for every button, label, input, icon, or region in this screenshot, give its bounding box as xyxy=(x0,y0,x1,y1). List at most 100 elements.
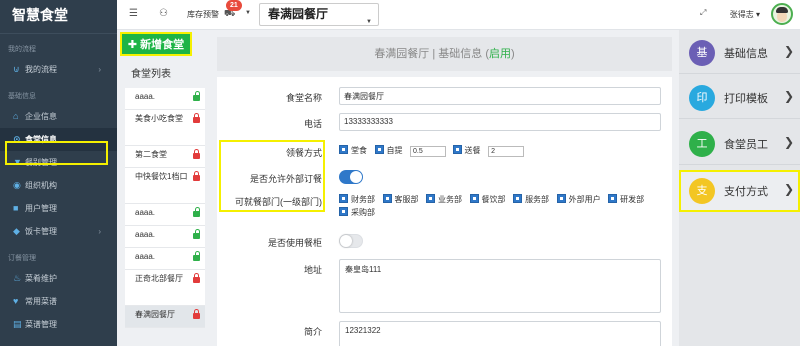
brand-title: 智慧食堂 xyxy=(0,0,117,34)
highlight-canteen-info xyxy=(5,141,108,165)
chevron-right-icon: ❯ xyxy=(783,182,794,196)
panel-header: 春满园餐厅 | 基础信息 (启用) xyxy=(217,37,672,71)
sidebar-item-dish-maintenance[interactable]: ♨ 菜肴维护 xyxy=(0,267,117,290)
top-bar: ☰ ⚇ 库存预警 ⛟ 21 ▼ 春满园餐厅 ▼ ⤢ 张得志 ▾ xyxy=(117,0,800,30)
canteen-select[interactable]: 春满园餐厅 ▼ xyxy=(259,3,379,26)
dining-departments-options: 财务部 客服部 业务部 餐饮部 服务部 外部用户 研发部 采购部 xyxy=(339,193,664,219)
intro-label: 简介 xyxy=(303,327,322,337)
nav-group-label-basic-info: 基础信息 xyxy=(8,93,36,100)
menu-icon[interactable]: ☰ xyxy=(129,8,138,19)
settings-card-print-template[interactable]: 印 打印模板 ❯ xyxy=(679,77,800,119)
sidebar: 智慧食堂 我的流程 ⊍ 我的流程 › 基础信息 ⌂ 企业信息 ⊙ 食堂信息 ▼ 餐别管理… xyxy=(0,0,117,346)
phone-field[interactable]: 13333333333 xyxy=(339,113,661,131)
nav-group-label-ordering: 订餐管理 xyxy=(8,255,36,262)
dept-checkbox-business[interactable]: 业务部 xyxy=(426,193,462,206)
basic-info-icon: 基 xyxy=(689,40,715,66)
use-cabinet-label: 是否使用餐柜 xyxy=(267,238,322,248)
lock-icon xyxy=(193,113,200,123)
unlock-icon xyxy=(193,207,200,217)
magnet-icon: ⊍ xyxy=(13,64,20,74)
allow-external-order-toggle[interactable] xyxy=(339,170,363,184)
user-icon[interactable]: ⚇ xyxy=(159,8,168,19)
sidebar-item-my-workflow[interactable]: ⊍ 我的流程 › xyxy=(0,58,117,81)
canteen-list-item[interactable]: aaaa. xyxy=(125,88,205,110)
settings-card-payment-method[interactable]: 支 支付方式 ❯ xyxy=(679,170,800,212)
delivery-fee-input[interactable]: 2 xyxy=(488,146,525,157)
address-field[interactable]: 秦皇岛111 xyxy=(339,259,661,313)
dine-in-checkbox[interactable] xyxy=(339,145,348,154)
sidebar-item-recipe-management[interactable]: ▤ 菜谱管理 xyxy=(0,313,117,336)
unlock-icon xyxy=(193,251,200,261)
canteen-list-title: 食堂列表 xyxy=(131,69,171,80)
sidebar-item-common-recipes[interactable]: ♥ 常用菜谱 xyxy=(0,290,117,313)
settings-card-canteen-staff[interactable]: 工 食堂员工 ❯ xyxy=(679,123,800,165)
canteen-name-label: 食堂名称 xyxy=(285,93,322,103)
fire-icon: ♨ xyxy=(13,273,22,283)
org-icon: ◉ xyxy=(13,180,21,190)
heart-icon: ♥ xyxy=(13,296,19,306)
unlock-icon xyxy=(193,91,200,101)
chevron-right-icon: ❯ xyxy=(783,135,794,149)
stock-alert-link[interactable]: 库存预警 xyxy=(187,9,219,20)
dept-checkbox-rnd[interactable]: 研发部 xyxy=(608,193,644,206)
card-tag-icon: ◆ xyxy=(13,226,20,236)
use-cabinet-toggle[interactable] xyxy=(339,234,363,248)
intro-field[interactable]: 12321322 xyxy=(339,321,661,346)
dept-checkbox-service[interactable]: 服务部 xyxy=(513,193,549,206)
nav-group-label-workflow: 我的流程 xyxy=(8,46,36,53)
status-badge: 启用 xyxy=(489,48,512,60)
sidebar-item-organization[interactable]: ◉ 组织机构 xyxy=(0,174,117,197)
stock-alert-badge: 21 xyxy=(226,0,242,11)
phone-label: 电话 xyxy=(303,119,322,129)
home-icon: ⌂ xyxy=(13,111,19,121)
chevron-down-icon: ▼ xyxy=(366,19,372,25)
sidebar-item-company-info[interactable]: ⌂ 企业信息 xyxy=(0,105,117,128)
canteen-list-item[interactable]: 正奇北部餐厅 xyxy=(125,270,205,306)
user-name[interactable]: 张得志 ▾ xyxy=(730,9,760,20)
canteen-list-item[interactable]: aaaa. xyxy=(125,226,205,248)
dept-checkbox-external-users[interactable]: 外部用户 xyxy=(556,193,601,206)
chevron-right-icon: › xyxy=(98,65,101,74)
pickup-options: 堂食 自提 0.5 送餐 2 xyxy=(339,145,528,157)
book-icon: ▤ xyxy=(13,319,22,329)
canteen-list-item[interactable]: 第二食堂 xyxy=(125,146,205,168)
unlock-icon xyxy=(193,229,200,239)
canteen-list: aaaa. 美食小吃食堂 第二食堂 中快餐饮1档口 aaaa. aaaa. aa… xyxy=(125,88,205,328)
dept-checkbox-customer-service[interactable]: 客服部 xyxy=(382,193,419,206)
chevron-right-icon: ❯ xyxy=(783,44,794,58)
chevron-down-icon: ▼ xyxy=(245,10,251,16)
dept-checkbox-procurement[interactable]: 采购部 xyxy=(339,206,375,219)
dept-checkbox-finance[interactable]: 财务部 xyxy=(339,193,375,206)
canteen-list-item[interactable]: aaaa. xyxy=(125,248,205,270)
avatar[interactable] xyxy=(771,3,793,25)
lock-icon xyxy=(193,309,200,319)
plus-icon: ✚ xyxy=(127,39,138,51)
fullscreen-icon[interactable]: ⤢ xyxy=(700,8,706,18)
lock-icon xyxy=(193,149,200,159)
canteen-list-item[interactable]: 美食小吃食堂 xyxy=(125,110,205,146)
chevron-right-icon: ❯ xyxy=(783,89,794,103)
print-template-icon: 印 xyxy=(689,85,715,111)
lock-icon xyxy=(193,273,200,283)
settings-card-basic-info[interactable]: 基 基础信息 ❯ xyxy=(679,32,800,74)
canteen-name-field[interactable]: 春满园餐厅 xyxy=(339,87,661,105)
user-icon: ■ xyxy=(13,203,19,213)
canteen-staff-icon: 工 xyxy=(689,131,715,157)
lock-icon xyxy=(193,171,200,181)
sidebar-item-meal-card[interactable]: ◆ 饭卡管理 › xyxy=(0,220,117,243)
delivery-checkbox[interactable] xyxy=(452,145,462,154)
add-canteen-button[interactable]: ✚ 新增食堂 xyxy=(120,32,192,56)
canteen-list-item-selected[interactable]: 春满园餐厅 xyxy=(125,306,205,328)
address-label: 地址 xyxy=(303,265,322,275)
self-pickup-fee-input[interactable]: 0.5 xyxy=(410,146,447,157)
settings-nav-panel: 基 基础信息 ❯ 印 打印模板 ❯ 工 食堂员工 ❯ 支 支付方式 ❯ xyxy=(679,30,800,346)
canteen-list-item[interactable]: 中快餐饮1档口 xyxy=(125,168,205,204)
chevron-right-icon: › xyxy=(98,227,101,236)
canteen-list-panel: ✚ 新增食堂 食堂列表 aaaa. 美食小吃食堂 第二食堂 中快餐饮1档口 aa… xyxy=(117,30,205,346)
sidebar-item-user-management[interactable]: ■ 用户管理 xyxy=(0,197,117,220)
canteen-list-item[interactable]: aaaa. xyxy=(125,204,205,226)
dept-checkbox-catering[interactable]: 餐饮部 xyxy=(469,193,506,206)
highlight-form-options xyxy=(219,140,325,212)
self-pickup-checkbox[interactable] xyxy=(374,145,384,154)
payment-method-icon: 支 xyxy=(689,178,715,204)
